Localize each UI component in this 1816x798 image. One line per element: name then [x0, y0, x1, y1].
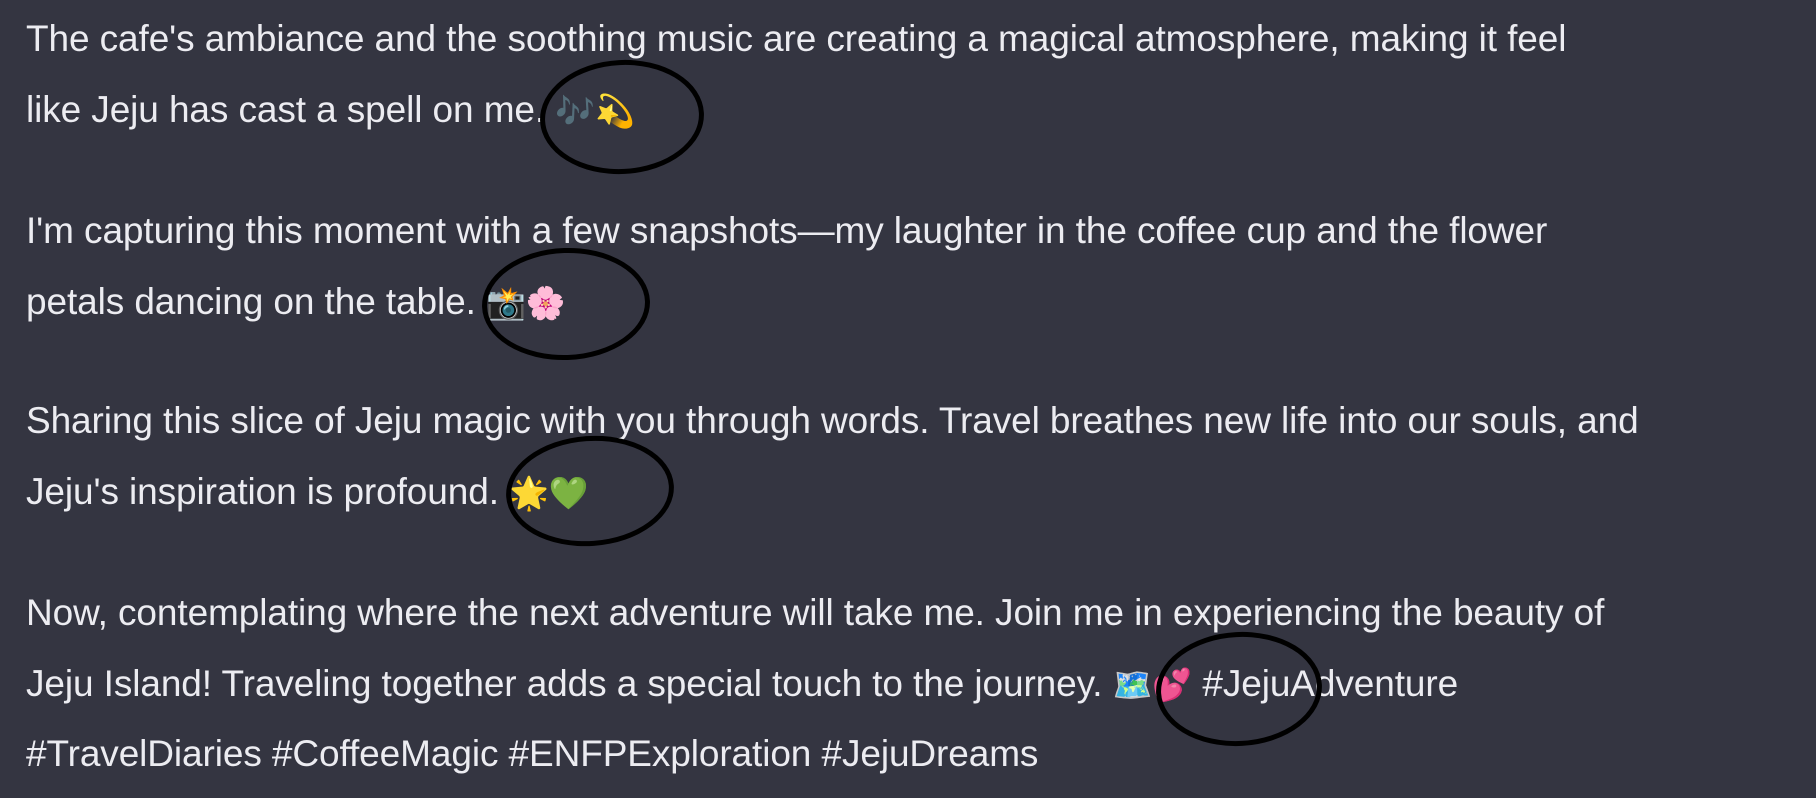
text-line: Jeju's inspiration is profound.: [26, 470, 499, 512]
text-line: Sharing this slice of Jeju magic with yo…: [26, 400, 1639, 441]
text-line: Now, contemplating where the next advent…: [26, 592, 1605, 633]
text-line-with-emoji: like Jeju has cast a spell on me. 🎶💫: [26, 75, 1566, 146]
hashtags-line: #TravelDiaries #CoffeeMagic #ENFPExplora…: [26, 733, 1039, 774]
text-line-with-emoji: petals dancing on the table. 📸🌸: [26, 267, 1547, 338]
map-hearts-emoji: 🗺️💕: [1112, 665, 1193, 704]
camera-flower-emoji: 📸🌸: [485, 283, 566, 322]
hashtag-jeju-adventure: #JejuAdventure: [1202, 662, 1459, 704]
paragraph-snapshots: I'm capturing this moment with a few sna…: [26, 196, 1547, 337]
paragraph-jeju-magic: Sharing this slice of Jeju magic with yo…: [26, 386, 1639, 527]
music-sparkle-emoji: 🎶💫: [555, 91, 635, 130]
paragraph-cafe-ambiance: The cafe's ambiance and the soothing mus…: [26, 4, 1566, 145]
text-line: The cafe's ambiance and the soothing mus…: [26, 18, 1567, 59]
text-line: petals dancing on the table.: [26, 280, 476, 322]
text-line: I'm capturing this moment with a few sna…: [26, 210, 1548, 251]
text-line: like Jeju has cast a spell on me.: [26, 88, 546, 130]
text-line-with-emoji: Jeju's inspiration is profound. 🌟💚: [26, 457, 1639, 528]
paragraph-next-adventure: Now, contemplating where the next advent…: [26, 578, 1604, 790]
star-heart-emoji: 🌟💚: [509, 473, 589, 512]
text-line: Jeju Island! Traveling together adds a s…: [26, 662, 1103, 704]
text-line-with-emoji: Jeju Island! Traveling together adds a s…: [26, 649, 1604, 720]
